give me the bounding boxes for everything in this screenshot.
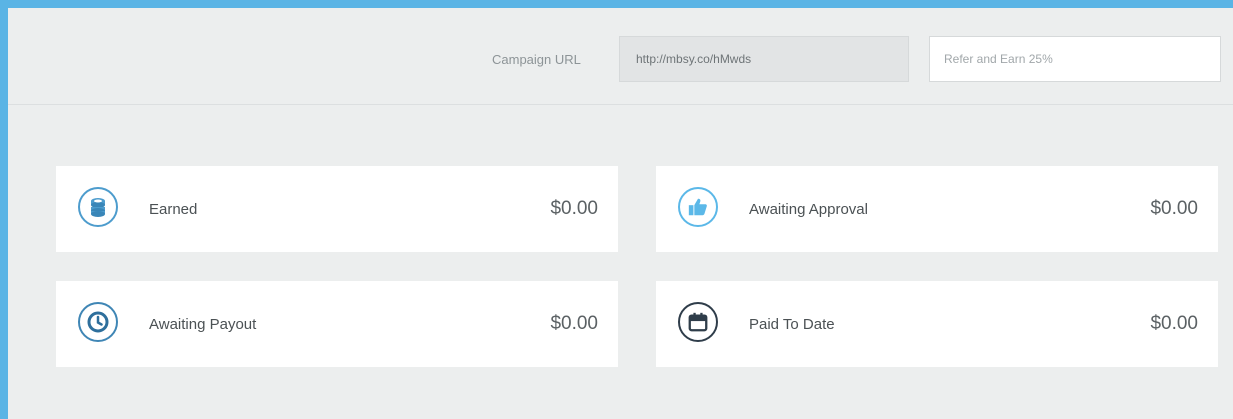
thumbs-up-icon bbox=[678, 187, 718, 227]
clock-icon bbox=[78, 302, 118, 342]
dashboard-panel: Campaign URL http://mbsy.co/hMwds Refer … bbox=[8, 8, 1233, 419]
stat-amount-awaiting-approval: $0.00 bbox=[1150, 198, 1198, 219]
stat-amount-earned: $0.00 bbox=[550, 198, 598, 219]
stat-card-paid-to-date: Paid To Date $0.00 bbox=[656, 281, 1218, 367]
stat-label-paid-to-date: Paid To Date bbox=[749, 316, 835, 333]
campaign-url-label: Campaign URL bbox=[492, 52, 581, 67]
campaign-url-field[interactable]: http://mbsy.co/hMwds bbox=[619, 36, 909, 82]
refer-and-earn-field[interactable]: Refer and Earn 25% bbox=[929, 36, 1221, 82]
stat-card-awaiting-approval: Awaiting Approval $0.00 bbox=[656, 166, 1218, 252]
stat-amount-paid-to-date: $0.00 bbox=[1150, 313, 1198, 334]
stat-card-earned: Earned $0.00 bbox=[56, 166, 618, 252]
stat-label-earned: Earned bbox=[149, 201, 198, 218]
campaign-bar: Campaign URL http://mbsy.co/hMwds Refer … bbox=[8, 8, 1233, 105]
stat-amount-awaiting-payout: $0.00 bbox=[550, 313, 598, 334]
coins-icon bbox=[78, 187, 118, 227]
stat-label-awaiting-approval: Awaiting Approval bbox=[749, 201, 868, 218]
calendar-icon bbox=[678, 302, 718, 342]
stat-card-awaiting-payout: Awaiting Payout $0.00 bbox=[56, 281, 618, 367]
stat-label-awaiting-payout: Awaiting Payout bbox=[149, 316, 257, 333]
